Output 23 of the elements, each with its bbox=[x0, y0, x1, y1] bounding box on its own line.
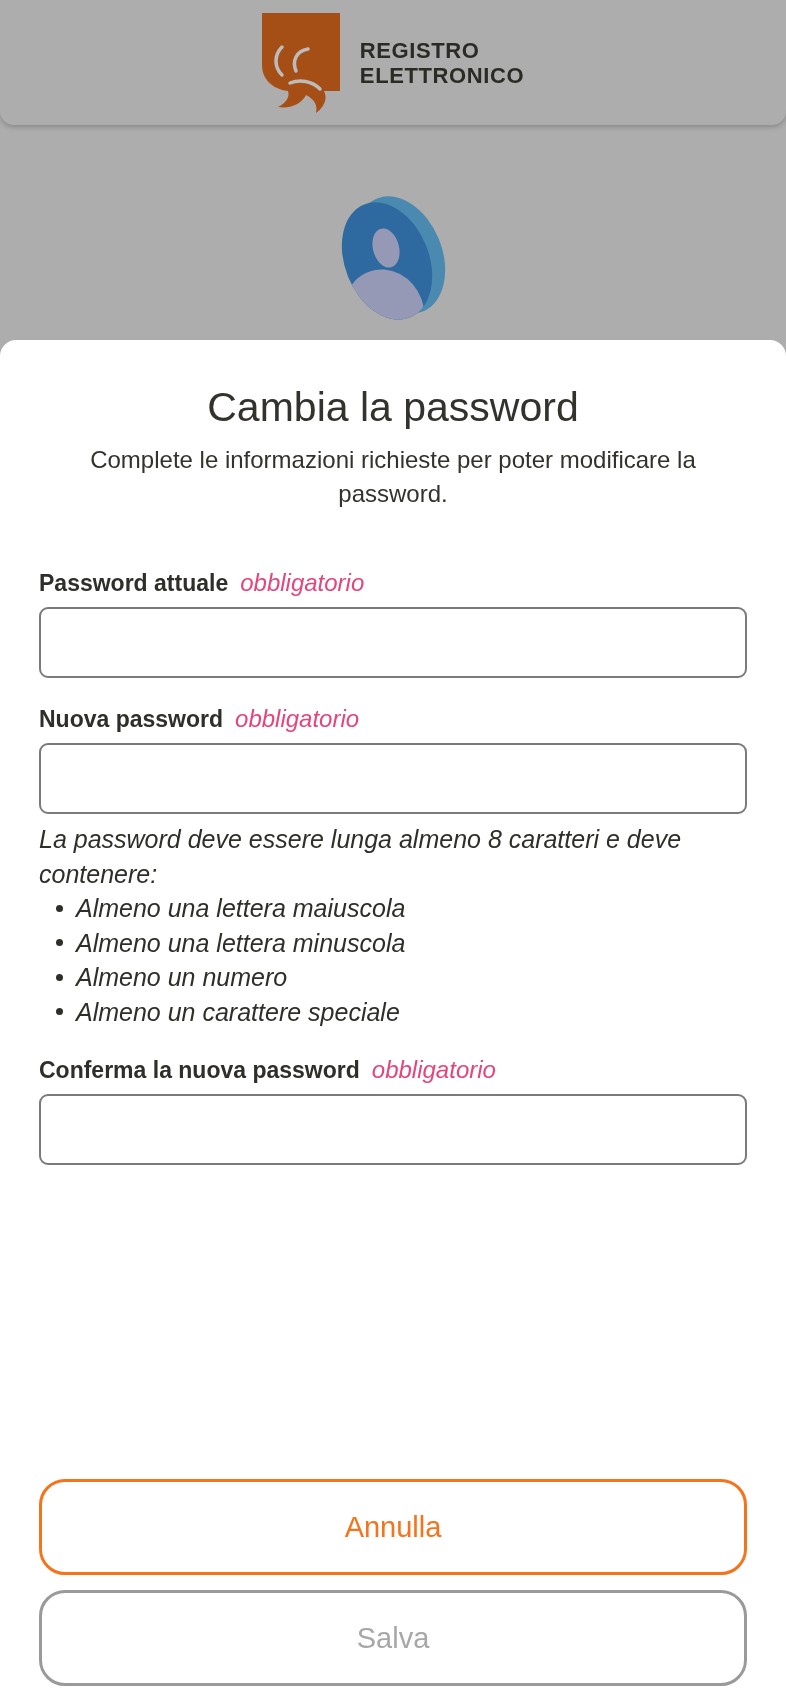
rule-text: Almeno un carattere speciale bbox=[76, 996, 400, 1028]
required-note: obbligatorio bbox=[240, 568, 365, 598]
bullet-icon bbox=[56, 1008, 63, 1016]
field-label: Password attuale bbox=[39, 569, 229, 598]
rule-text: Almeno una lettera maiuscola bbox=[76, 893, 406, 924]
password-field[interactable] bbox=[39, 1094, 747, 1165]
field-label: Conferma la nuova password bbox=[39, 1056, 360, 1085]
field-label: Nuova password bbox=[39, 705, 224, 734]
bullet-icon bbox=[56, 939, 63, 947]
required-note: obbligatorio bbox=[371, 1055, 496, 1085]
bullet-icon bbox=[56, 973, 63, 981]
instruction-text: Complete le informazioni richieste per poter modificare la password. bbox=[89, 445, 697, 509]
logo-wordmark: REGISTRO ELETTRONICO bbox=[359, 37, 525, 88]
rule-text: Almeno una lettera minuscola bbox=[76, 927, 406, 959]
cancel-button[interactable]: Annulla bbox=[39, 1479, 747, 1575]
swirl-logo-icon bbox=[261, 12, 342, 113]
password-rules-text: La password deve essere lunga almeno 8 caratteri e deve contenere: bbox=[39, 824, 683, 890]
password-field[interactable] bbox=[39, 743, 747, 814]
bullet-icon bbox=[56, 904, 63, 912]
rule-text: Almeno un numero bbox=[76, 962, 288, 993]
sheet-title: Cambia la password bbox=[206, 383, 580, 431]
required-note: obbligatorio bbox=[235, 704, 360, 734]
password-field[interactable] bbox=[39, 607, 747, 678]
